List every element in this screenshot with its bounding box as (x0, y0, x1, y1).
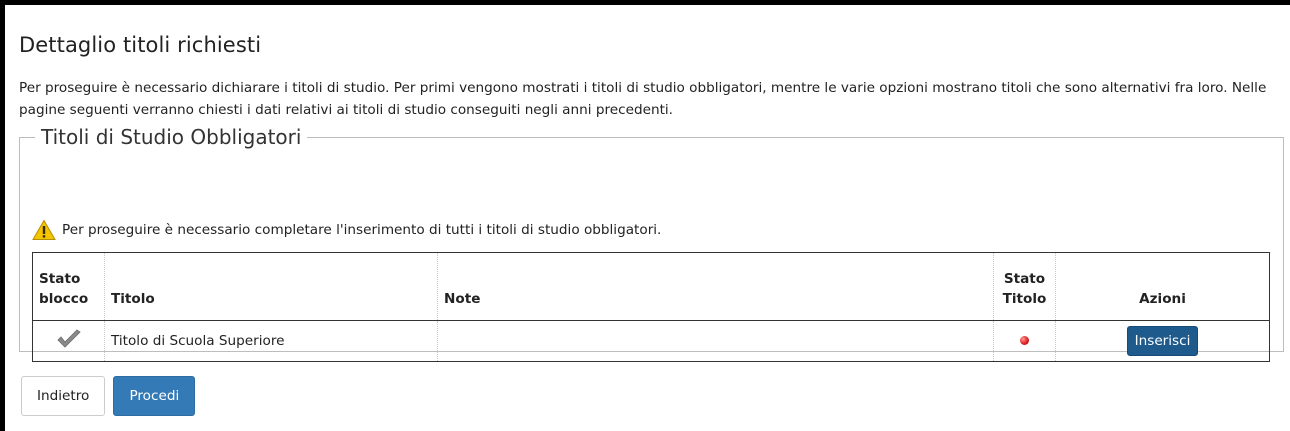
mandatory-titles-fieldset: Titoli di Studio Obbligatori Per prosegu… (19, 124, 1284, 362)
header-titolo: Titolo (104, 252, 438, 321)
page-frame: Dettaglio titoli richiesti Per proseguir… (0, 0, 1290, 431)
back-button[interactable]: Indietro (21, 376, 106, 416)
page-title: Dettaglio titoli richiesti (19, 33, 262, 57)
warning-message: Per proseguire è necessario completare l… (32, 219, 661, 241)
header-azioni: Azioni (1055, 252, 1270, 321)
warning-icon (32, 219, 56, 241)
titles-table: Stato blocco Titolo Note Stato Titolo Az… (32, 252, 1270, 362)
header-stato-blocco: Stato blocco (39, 271, 89, 307)
stato-blocco-cell (33, 321, 105, 362)
main-content: Dettaglio titoli richiesti Per proseguir… (19, 10, 1284, 416)
bottom-button-bar: Indietro Procedi (21, 376, 196, 416)
note-cell (437, 320, 994, 362)
stato-titolo-cell (993, 320, 1056, 362)
table-row: Titolo di Scuola Superiore Inserisci (32, 320, 1270, 362)
next-button[interactable]: Procedi (113, 376, 196, 416)
titolo-cell: Titolo di Scuola Superiore (104, 320, 438, 362)
table-header-row: Stato blocco Titolo Note Stato Titolo Az… (33, 252, 1270, 321)
header-stato-titolo: Stato Titolo (993, 252, 1056, 321)
inserisci-button[interactable]: Inserisci (1126, 326, 1199, 356)
intro-text: Per proseguire è necessario dichiarare i… (19, 80, 1267, 118)
warning-text: Per proseguire è necessario completare l… (62, 222, 662, 238)
header-note: Note (437, 252, 994, 321)
red-status-dot-icon (1020, 336, 1029, 345)
checkmark-icon (56, 329, 82, 353)
azioni-cell: Inserisci (1055, 320, 1270, 362)
fieldset-legend: Titoli di Studio Obbligatori (41, 125, 302, 149)
